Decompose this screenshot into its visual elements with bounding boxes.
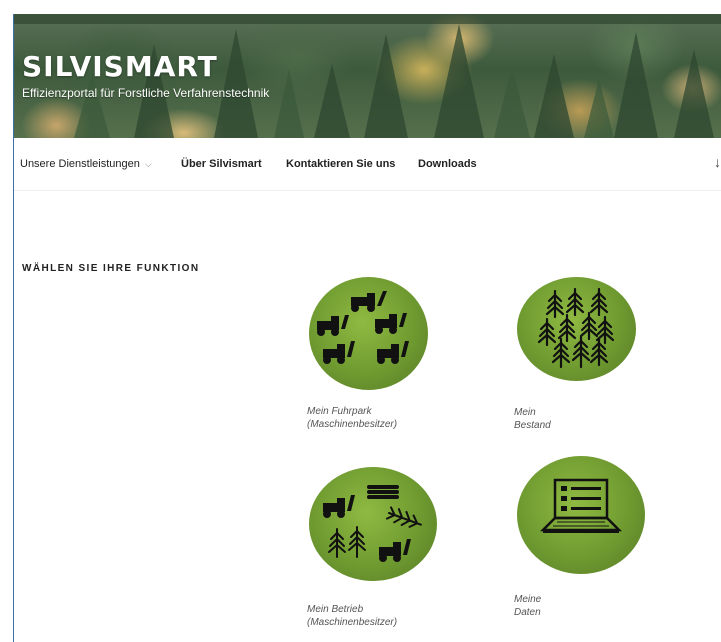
tile-caption-line: Mein Fuhrpark [307,406,372,417]
tile-caption-line: Mein Bestand [514,407,551,431]
tile-caption-line: Meine Daten [514,594,542,618]
tile-caption-subline: (Maschinenbesitzer) [307,419,398,430]
laptop-icon[interactable] [517,456,645,574]
window-frame-top [13,0,721,14]
tile-caption: Mein Bestand [514,406,551,432]
nav-item-downloads[interactable]: Downloads [418,158,477,170]
main-navigation: Unsere Dienstleistungen ⌵ Über Silvismart… [14,138,721,191]
tile-caption: Mein Fuhrpark (Maschinenbesitzer) [307,405,397,431]
machines-icon[interactable] [309,277,428,390]
tile-caption: Meine Daten [514,593,541,619]
nav-item-dienstleistungen[interactable]: Unsere Dienstleistungen ⌵ [20,158,152,170]
operations-icon[interactable] [309,467,437,581]
tile-caption-subline: (Maschinenbesitzer) [307,617,398,628]
site-tagline: Effizienzportal für Forstliche Verfahren… [22,86,270,100]
tile-caption: Mein Betrieb (Maschinenbesitzer) [307,603,397,629]
site-title[interactable]: SILVISMART [22,50,218,83]
nav-item-label: Unsere Dienstleistungen [20,158,140,170]
tile-caption-line: Mein Betrieb [307,604,364,615]
header-banner: SILVISMART Effizienzportal für Forstlich… [14,14,721,138]
forest-icon[interactable] [517,277,636,381]
nav-item-kontakt[interactable]: Kontaktieren Sie uns [286,158,395,170]
scroll-down-icon[interactable]: ↓ [714,154,721,170]
chevron-down-icon: ⌵ [144,159,152,169]
nav-item-ueber[interactable]: Über Silvismart [181,158,262,170]
section-heading: WÄHLEN SIE IHRE FUNKTION [22,263,200,274]
window-frame [0,0,14,642]
